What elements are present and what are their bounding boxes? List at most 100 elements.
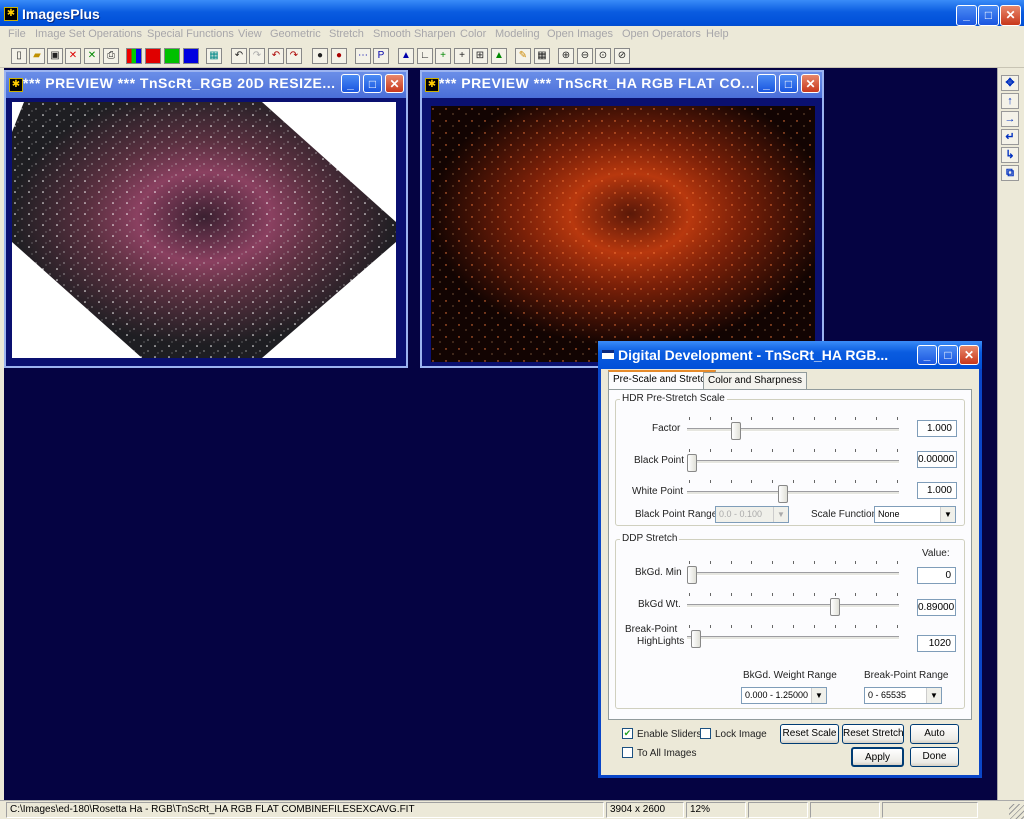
- crosshair-green-icon[interactable]: +: [435, 48, 451, 64]
- preview-rgb-close-button[interactable]: ✕: [385, 74, 404, 93]
- scale-function-select[interactable]: None ▼: [874, 506, 956, 523]
- preview-window-ha-titlebar[interactable]: ✱ *** PREVIEW *** TnScRt_HA RGB FLAT CO.…: [422, 72, 822, 98]
- to-all-images-checkbox[interactable]: [622, 747, 633, 758]
- open-folder-icon[interactable]: ▰: [29, 48, 45, 64]
- factor-value[interactable]: 1.000: [917, 420, 957, 437]
- histogram-icon[interactable]: ▲: [398, 48, 414, 64]
- grid-teal-icon[interactable]: ▦: [206, 48, 222, 64]
- rgb-channels-icon[interactable]: [126, 48, 142, 64]
- slider-thumb[interactable]: [687, 566, 697, 584]
- points-icon[interactable]: ⋯: [355, 48, 371, 64]
- preview-window-ha[interactable]: ✱ *** PREVIEW *** TnScRt_HA RGB FLAT CO.…: [420, 70, 824, 368]
- zoom-in-icon[interactable]: ⊕: [558, 48, 574, 64]
- slider-thumb[interactable]: [691, 630, 702, 648]
- rotate-right-icon[interactable]: ↳: [1001, 147, 1019, 163]
- menu-color[interactable]: Color: [460, 28, 486, 40]
- slider-thumb[interactable]: [830, 598, 841, 616]
- zoom-actual-icon[interactable]: ⊘: [614, 48, 630, 64]
- preview-ha-maximize-button[interactable]: □: [779, 74, 798, 93]
- undo-icon[interactable]: ↶: [231, 48, 247, 64]
- print-icon[interactable]: ⎙: [103, 48, 119, 64]
- menu-smooth-sharpen[interactable]: Smooth Sharpen: [373, 28, 456, 40]
- zoom-out-icon[interactable]: ⊖: [577, 48, 593, 64]
- green-channel-icon[interactable]: [164, 48, 180, 64]
- preview-ha-close-button[interactable]: ✕: [801, 74, 820, 93]
- delete-red-icon[interactable]: ✕: [65, 48, 81, 64]
- move-icon[interactable]: ✥: [1001, 75, 1019, 91]
- black-point-slider[interactable]: [687, 460, 899, 464]
- menu-open-operators[interactable]: Open Operators: [622, 28, 701, 40]
- save-icon[interactable]: ▣: [47, 48, 63, 64]
- break-point-slider[interactable]: [687, 636, 899, 640]
- bkgd-min-slider[interactable]: [687, 572, 899, 576]
- break-point-range-select[interactable]: 0 - 65535 ▼: [864, 687, 942, 704]
- arrow-right-icon[interactable]: →: [1001, 111, 1019, 127]
- enable-sliders-checkbox[interactable]: ✔: [622, 728, 633, 739]
- preview-ha-minimize-button[interactable]: _: [757, 74, 776, 93]
- white-point-slider[interactable]: [687, 491, 899, 495]
- done-button[interactable]: Done: [910, 747, 959, 767]
- black-point-range-select[interactable]: 0.0 - 0.100 ▼: [715, 506, 789, 523]
- menu-open-images[interactable]: Open Images: [547, 28, 613, 40]
- curve-icon[interactable]: ∟: [417, 48, 433, 64]
- menu-help[interactable]: Help: [706, 28, 729, 40]
- ha-nebula-image[interactable]: [431, 106, 815, 362]
- select-grid-icon[interactable]: ⊞: [472, 48, 488, 64]
- preview-window-rgb[interactable]: ✱ *** PREVIEW *** TnScRt_RGB 20D RESIZE.…: [4, 70, 408, 368]
- white-point-value[interactable]: 1.000: [917, 482, 957, 499]
- image-icon[interactable]: ▲: [491, 48, 507, 64]
- reset-scale-button[interactable]: Reset Scale: [780, 724, 839, 744]
- apply-button[interactable]: Apply: [851, 747, 904, 767]
- dialog-title-bar[interactable]: Digital Development - TnScRt_HA RGB... _…: [598, 341, 982, 369]
- menu-file[interactable]: File: [8, 28, 26, 40]
- dialog-close-button[interactable]: ✕: [959, 345, 979, 365]
- blue-channel-icon[interactable]: [183, 48, 199, 64]
- crosshair-icon[interactable]: +: [454, 48, 470, 64]
- resize-grip[interactable]: [1009, 804, 1024, 819]
- black-point-value[interactable]: 0.00000: [917, 451, 957, 468]
- menu-modeling[interactable]: Modeling: [495, 28, 540, 40]
- points-p-icon[interactable]: P: [373, 48, 389, 64]
- menu-special-functions[interactable]: Special Functions: [147, 28, 234, 40]
- slider-thumb[interactable]: [731, 422, 742, 440]
- auto-button[interactable]: Auto: [910, 724, 959, 744]
- new-file-icon[interactable]: ▯: [11, 48, 27, 64]
- redo-all-icon[interactable]: ↷: [286, 48, 302, 64]
- bkgd-wt-slider[interactable]: [687, 604, 899, 608]
- redo-disabled-icon[interactable]: ↷: [249, 48, 265, 64]
- minimize-button[interactable]: _: [956, 5, 977, 26]
- close-button[interactable]: ✕: [1000, 5, 1021, 26]
- dialog-maximize-button[interactable]: □: [938, 345, 958, 365]
- pencil-icon[interactable]: ✎: [515, 48, 531, 64]
- arrow-up-icon[interactable]: ↑: [1001, 93, 1019, 109]
- bkgd-weight-range-select[interactable]: 0.000 - 1.25000 ▼: [741, 687, 827, 704]
- preview-rgb-maximize-button[interactable]: □: [363, 74, 382, 93]
- delete-green-icon[interactable]: ✕: [84, 48, 100, 64]
- lock-image-checkbox[interactable]: [700, 728, 711, 739]
- menu-image-set-operations[interactable]: Image Set Operations: [35, 28, 142, 40]
- preview-rgb-minimize-button[interactable]: _: [341, 74, 360, 93]
- mask-icon[interactable]: ●: [312, 48, 328, 64]
- maximize-button[interactable]: □: [978, 5, 999, 26]
- slider-thumb[interactable]: [687, 454, 697, 472]
- tab-color-and-sharpness[interactable]: Color and Sharpness: [703, 372, 807, 390]
- rgb-nebula-image[interactable]: [12, 102, 396, 358]
- tab-pre-scale-and-stretch[interactable]: Pre-Scale and Stretch: [608, 370, 716, 390]
- menu-view[interactable]: View: [238, 28, 262, 40]
- menu-geometric[interactable]: Geometric: [270, 28, 321, 40]
- grid-icon[interactable]: ▦: [534, 48, 550, 64]
- menu-stretch[interactable]: Stretch: [329, 28, 364, 40]
- slider-thumb[interactable]: [777, 485, 788, 503]
- reset-stretch-button[interactable]: Reset Stretch: [842, 724, 904, 744]
- bkgd-min-value[interactable]: 0: [917, 567, 956, 584]
- undo-all-icon[interactable]: ↶: [268, 48, 284, 64]
- bkgd-wt-value[interactable]: 0.89000: [917, 599, 956, 616]
- red-channel-icon[interactable]: [145, 48, 161, 64]
- break-point-value[interactable]: 1020: [917, 635, 956, 652]
- zoom-fit-icon[interactable]: ⊙: [595, 48, 611, 64]
- copy-icon[interactable]: ⧉: [1001, 165, 1019, 181]
- dialog-minimize-button[interactable]: _: [917, 345, 937, 365]
- preview-window-rgb-titlebar[interactable]: ✱ *** PREVIEW *** TnScRt_RGB 20D RESIZE.…: [6, 72, 406, 98]
- factor-slider[interactable]: [687, 428, 899, 432]
- rotate-left-icon[interactable]: ↵: [1001, 129, 1019, 145]
